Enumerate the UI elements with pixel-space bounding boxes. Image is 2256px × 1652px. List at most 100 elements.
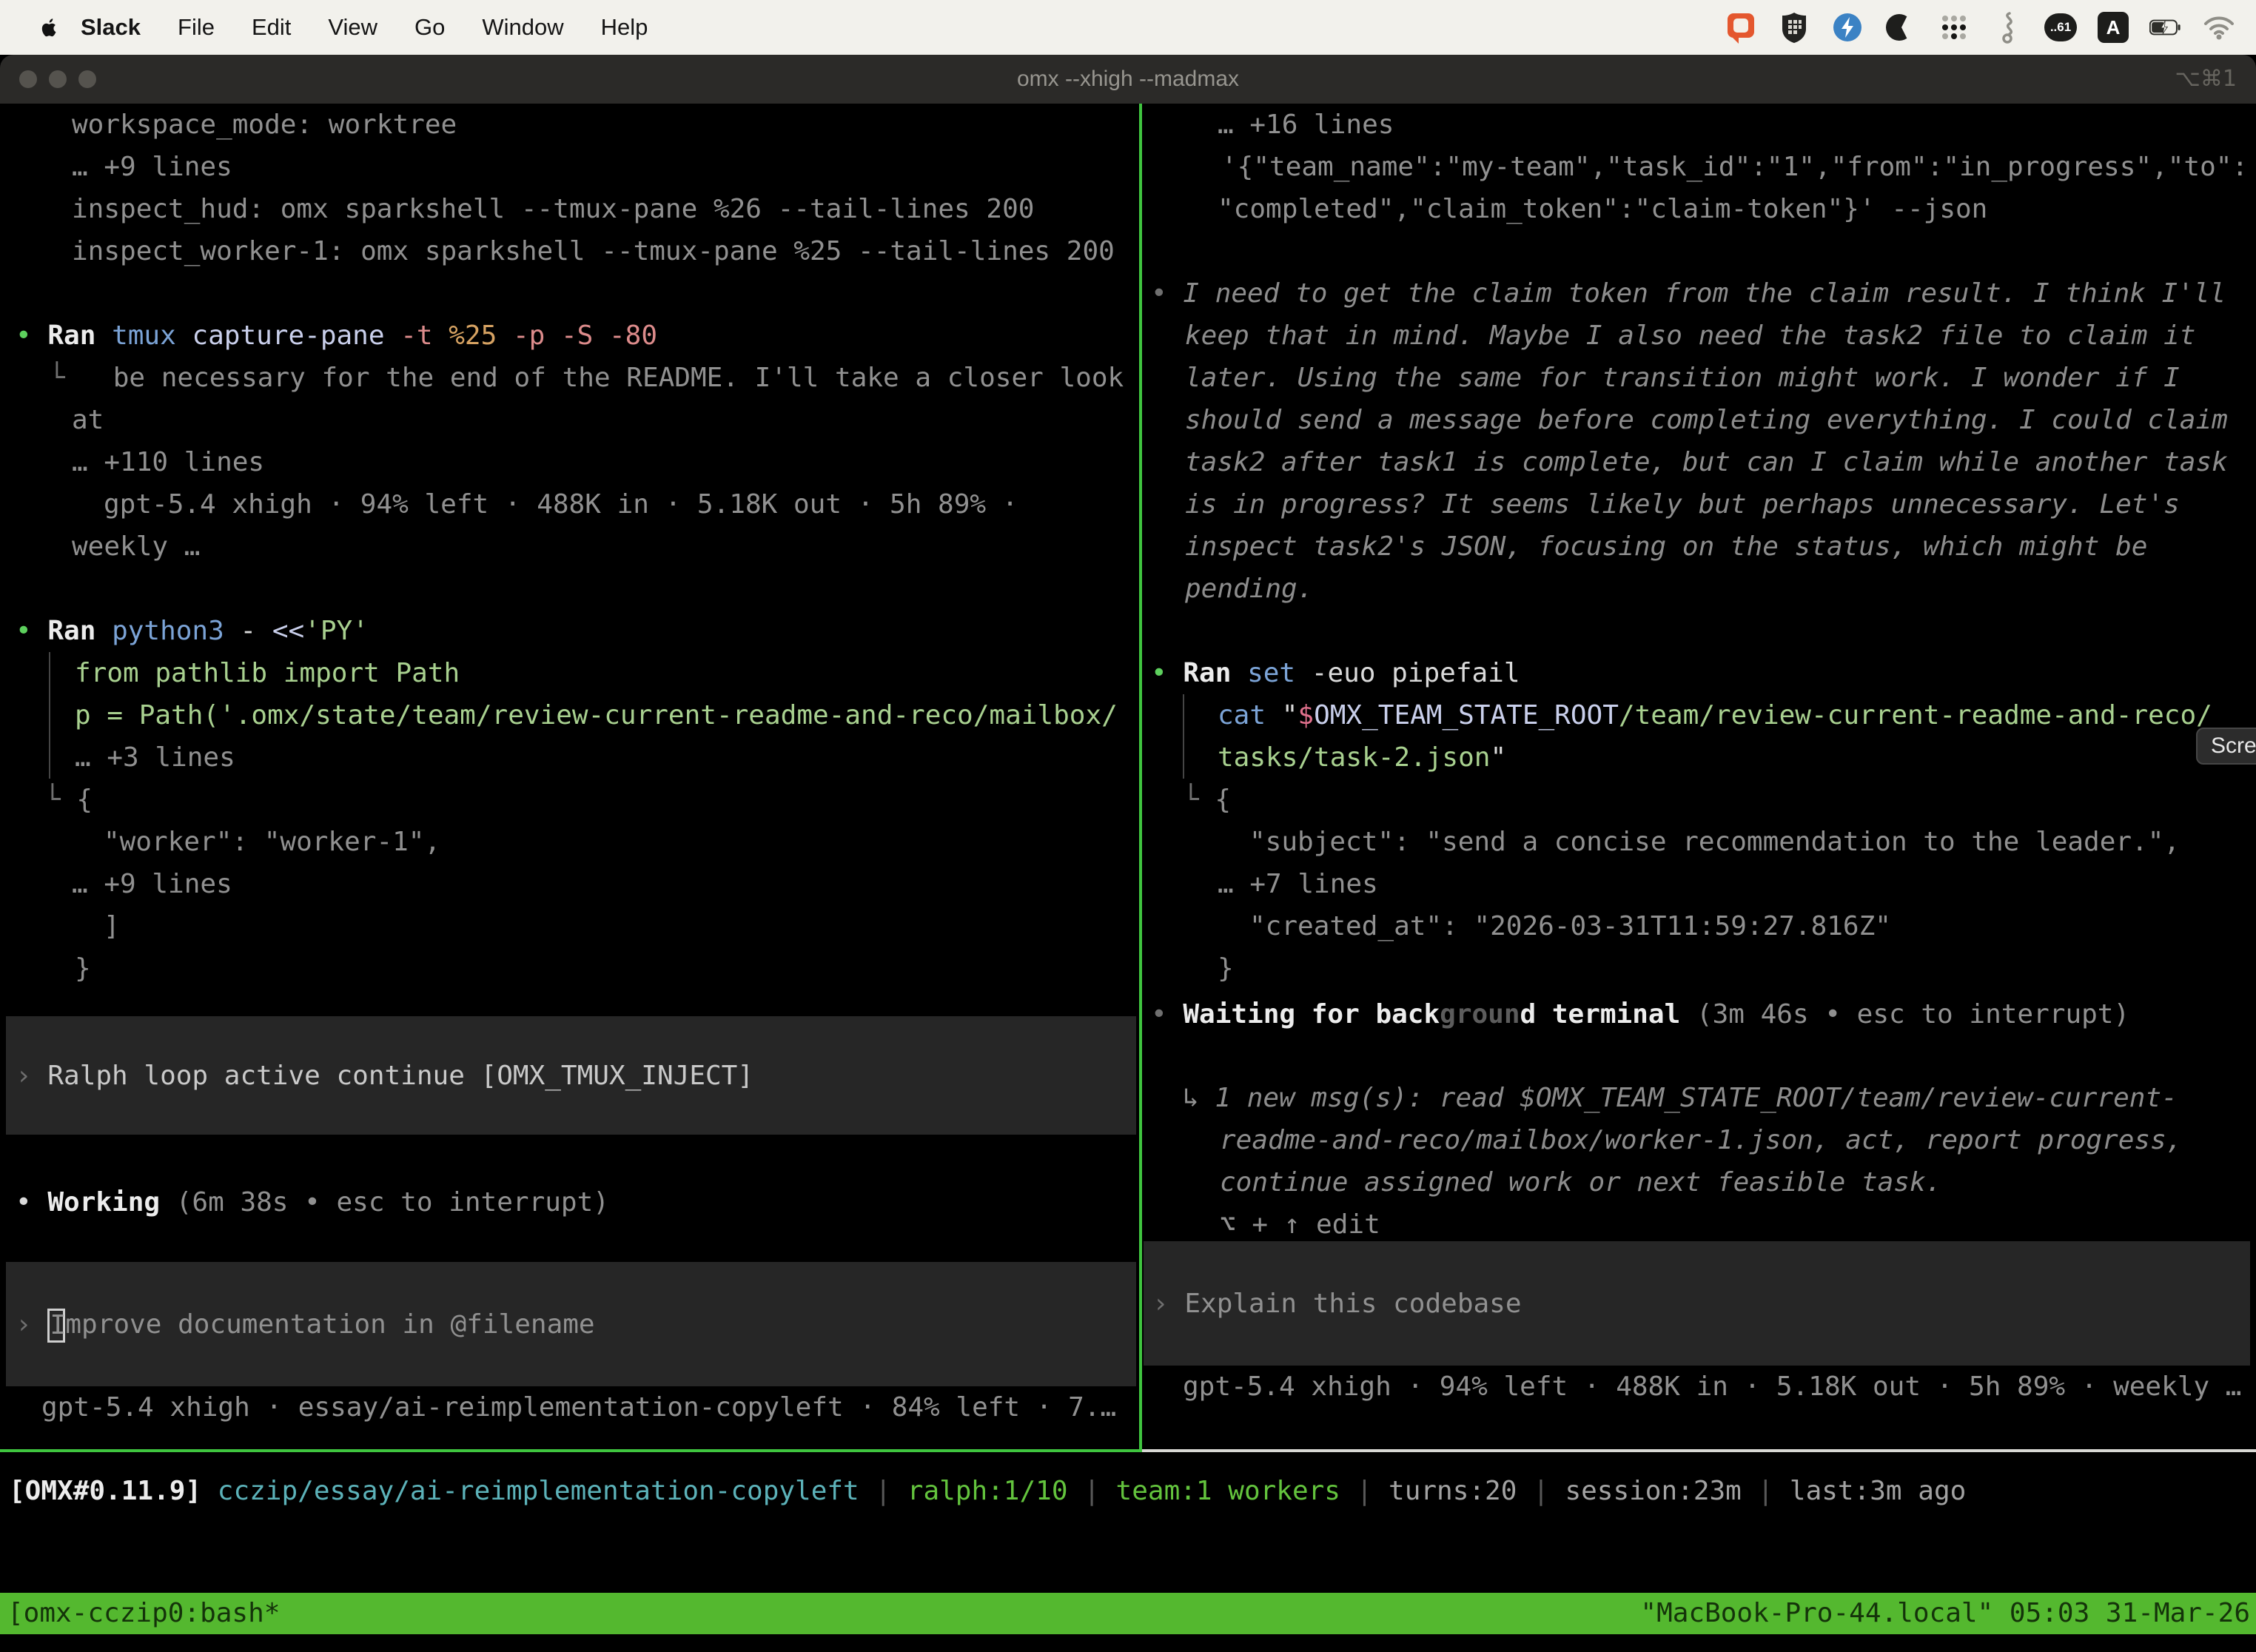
text-segment: gpt-5.4 xhigh · essay/ai-reimplementatio… xyxy=(41,1392,1116,1423)
text-segment: team:1 workers xyxy=(1116,1476,1340,1506)
collapsed-lines: … +9 lines xyxy=(0,863,1139,905)
text-segment: (3m 46s • esc to interrupt) xyxy=(1680,999,2129,1030)
session-stats: gpt-5.4 xhigh · essay/ai-reimplementatio… xyxy=(0,1386,1139,1428)
command-output: weekly … xyxy=(0,526,1139,568)
terminal-window: omx --xhigh --madmax ⌥⌘1 workspace_mode:… xyxy=(0,55,2256,1652)
menu-item-go[interactable]: Go xyxy=(396,14,463,40)
text-segment: • xyxy=(1151,999,1183,1030)
bolt-badge-icon[interactable] xyxy=(1831,11,1864,44)
command-output: } xyxy=(1142,947,2256,990)
text-segment: $ xyxy=(1297,700,1314,731)
menu-item-view[interactable]: View xyxy=(309,14,396,40)
badge-61-icon[interactable]: ..61 xyxy=(2044,13,2077,41)
text-segment: p = Path('.omx/state/team/review-current… xyxy=(75,700,1118,731)
text-segment: session:23m xyxy=(1565,1476,1741,1506)
code-line: cat "$OMX_TEAM_STATE_ROOT/team/review-cu… xyxy=(1142,694,2256,736)
wifi-icon[interactable] xyxy=(2203,11,2235,44)
prompt-input[interactable]: › Explain this codebase xyxy=(1144,1241,2250,1366)
indent-guide xyxy=(1183,736,1184,779)
text-segment: inspect_hud: omx sparkshell --tmux-pane … xyxy=(72,194,1034,224)
menu-status-area: ..61 A xyxy=(1725,11,2256,44)
text-segment: { xyxy=(1215,785,1231,815)
text-segment: continue assigned work or next feasible … xyxy=(1220,1167,1941,1198)
new-message-note: readme-and-reco/mailbox/worker-1.json, a… xyxy=(1142,1119,2256,1161)
thinking-text: • I need to get the claim token from the… xyxy=(1142,272,2256,315)
text-segment: ↳ xyxy=(1183,1083,1215,1113)
squiggle-icon[interactable] xyxy=(1991,11,2024,44)
text-segment: } xyxy=(75,953,91,984)
text-segment: -t xyxy=(400,320,449,351)
text-segment: '{"team_name":"my-team","task_id":"1","f… xyxy=(1221,152,2248,182)
text-segment: OMX_TEAM_STATE_ROOT xyxy=(1314,700,1619,731)
pane-divider[interactable] xyxy=(1139,104,1142,1452)
text-segment: I need to get the claim token from the c… xyxy=(1183,278,2226,309)
collapsed-lines: … +9 lines xyxy=(0,146,1139,188)
collapsed-lines: … +16 lines xyxy=(1142,104,2256,146)
blank-line xyxy=(1142,230,2256,272)
text-segment: " xyxy=(1490,742,1506,773)
text-segment: be necessary for the end of the README. … xyxy=(65,363,1124,393)
text-segment: readme-and-reco/mailbox/worker-1.json, a… xyxy=(1220,1125,2182,1155)
kaleidoscope-icon[interactable] xyxy=(1884,11,1917,44)
thinking-text: task2 after task1 is complete, but can I… xyxy=(1142,441,2256,483)
text-segment: • xyxy=(16,616,47,646)
menu-item-help[interactable]: Help xyxy=(583,14,667,40)
text-segment: - xyxy=(240,616,272,646)
text-segment: • xyxy=(1151,658,1183,688)
collapsed-lines: … +7 lines xyxy=(1142,863,2256,905)
text-segment: ] xyxy=(104,911,120,941)
text-segment: "created_at": "2026-03-31T11:59:27.816Z" xyxy=(1249,911,1891,941)
collapsed-lines: … +3 lines xyxy=(0,736,1139,779)
thinking-text: keep that in mind. Maybe I also need the… xyxy=(1142,315,2256,357)
text-segment: "completed","claim_token":"claim-token"}… xyxy=(1218,194,1987,224)
text-segment: gpt-5.4 xhigh · 94% left · 488K in · 5.1… xyxy=(1183,1371,2241,1402)
left-pane-border xyxy=(0,1449,1142,1452)
text-segment: keep that in mind. Maybe I also need the… xyxy=(1185,320,2195,351)
prompt-input[interactable]: › Improve documentation in @filename xyxy=(6,1262,1136,1386)
text-segment: … +16 lines xyxy=(1218,110,1394,140)
keyboard-layout-icon[interactable]: A xyxy=(2098,12,2129,43)
omx-status-bar: [OMX#0.11.9] cczip/essay/ai-reimplementa… xyxy=(0,1470,2256,1512)
dots-grid-icon[interactable] xyxy=(1938,11,1970,44)
text-cursor: I xyxy=(47,1309,65,1343)
text-segment: { xyxy=(76,785,93,815)
menu-item-edit[interactable]: Edit xyxy=(233,14,309,40)
menu-item-slack[interactable]: Slack xyxy=(57,14,159,40)
menu-item-window[interactable]: Window xyxy=(463,14,582,40)
text-segment: -euo pipefail xyxy=(1312,658,1520,688)
battery-icon[interactable] xyxy=(2149,11,2182,44)
window-title: omx --xhigh --madmax xyxy=(0,55,2256,104)
leader-pane[interactable]: workspace_mode: worktree… +9 linesinspec… xyxy=(0,104,1139,1449)
command-output: └ { xyxy=(1142,779,2256,821)
screenshot-tooltip: Scre xyxy=(2196,728,2256,765)
config-line: inspect_worker-1: omx sparkshell --tmux-… xyxy=(0,230,1139,272)
command-output: ] xyxy=(0,905,1139,947)
text-segment: "worker": "worker-1", xyxy=(104,827,440,857)
text-segment: from pathlib import Path xyxy=(75,658,460,688)
text-segment: └ xyxy=(44,785,76,815)
thinking-text: inspect task2's JSON, focusing on the st… xyxy=(1142,526,2256,568)
thinking-text: later. Using the same for transition mig… xyxy=(1142,357,2256,399)
screen-record-icon[interactable] xyxy=(1725,11,1757,44)
indent-guide xyxy=(49,736,50,779)
text-segment: /team/review-current-readme-and-reco/ xyxy=(1619,700,2212,731)
apple-logo-icon[interactable] xyxy=(37,16,57,39)
session-stats: gpt-5.4 xhigh · 94% left · 488K in · 5.1… xyxy=(1142,1366,2256,1408)
omx-status-line: [OMX#0.11.9] cczip/essay/ai-reimplementa… xyxy=(0,1470,2256,1512)
config-line: workspace_mode: worktree xyxy=(0,104,1139,146)
command-output: '{"team_name":"my-team","task_id":"1","f… xyxy=(1142,146,2256,188)
text-segment: | xyxy=(1517,1476,1565,1506)
worker-pane[interactable]: … +16 lines '{"team_name":"my-team","task… xyxy=(1142,104,2256,1449)
working-status: • Working (6m 38s • esc to interrupt) xyxy=(0,1181,1139,1223)
menu-item-file[interactable]: File xyxy=(159,14,233,40)
prompt-input-text: › Improve documentation in @filename xyxy=(6,1303,1136,1346)
screen: SlackFileEditViewGoWindowHelp ..61 A xyxy=(0,0,2256,1652)
code-line: tasks/task-2.json" xyxy=(1142,736,2256,779)
shield-icon[interactable] xyxy=(1778,11,1810,44)
command-output: } xyxy=(0,947,1139,990)
text-segment: " xyxy=(1282,700,1298,731)
text-segment: … +3 lines xyxy=(75,742,235,773)
text-segment: … +110 lines xyxy=(72,447,264,477)
command-output: at xyxy=(0,399,1139,441)
text-segment: › xyxy=(1152,1289,1184,1319)
